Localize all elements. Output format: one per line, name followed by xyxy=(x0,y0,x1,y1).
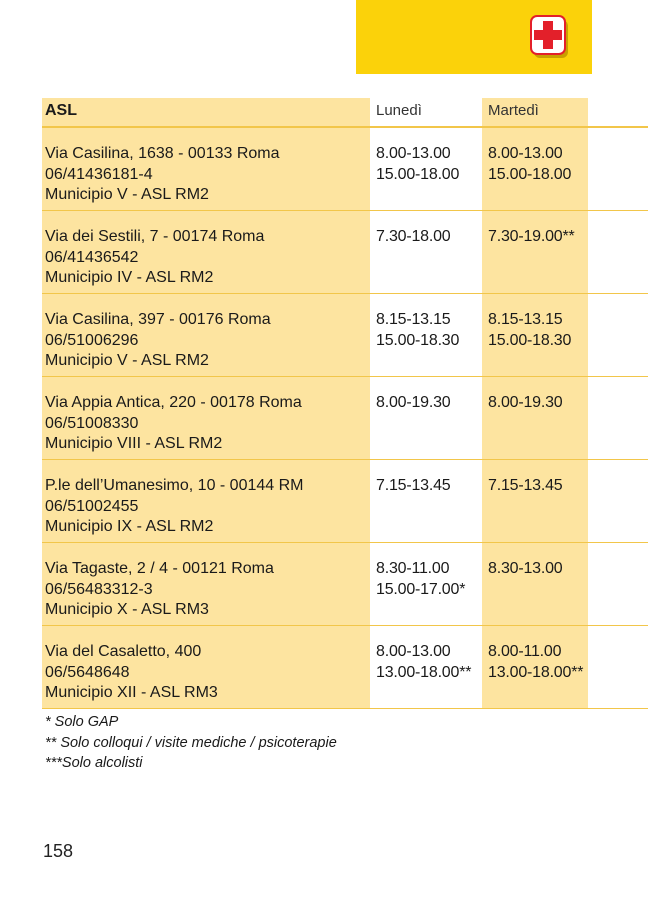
header-martedi: Martedì xyxy=(482,98,588,126)
address-line: Municipio V - ASL RM2 xyxy=(45,186,209,203)
address-line: Municipio IV - ASL RM2 xyxy=(45,269,214,286)
address-cell: P.le dell’Umanesimo, 10 - 00144 RM 06/510… xyxy=(42,460,370,542)
lunedi-cell: 8.00-19.30 xyxy=(370,377,482,459)
footnotes: * Solo GAP ** Solo colloqui / visite med… xyxy=(45,712,337,774)
address-line: Municipio VIII - ASL RM2 xyxy=(45,435,223,452)
hours-line: 13.00-18.00** xyxy=(488,663,584,681)
martedi-cell: 8.00-11.00 13.00-18.00** xyxy=(482,626,588,708)
hours-line: 8.00-11.00 xyxy=(488,643,562,660)
address-line: 06/41436542 xyxy=(45,248,139,266)
page-number: 158 xyxy=(43,841,74,861)
martedi-cell: 7.15-13.45 xyxy=(482,460,588,542)
hours-line: 8.00-13.00 xyxy=(488,145,563,162)
address-cell: Via Tagaste, 2 / 4 - 00121 Roma 06/564833… xyxy=(42,543,370,625)
address-line: Via Tagaste, 2 / 4 - 00121 Roma xyxy=(45,560,274,577)
header-spacer xyxy=(588,98,648,126)
address-line: Via dei Sestili, 7 - 00174 Roma xyxy=(45,228,265,245)
address-line: Via Casilina, 397 - 00176 Roma xyxy=(45,311,271,328)
hours-line: 8.30-13.00 xyxy=(488,560,563,577)
martedi-cell: 8.15-13.15 15.00-18.30 xyxy=(482,294,588,376)
address-line: Municipio XII - ASL RM3 xyxy=(45,684,218,701)
lunedi-cell: 8.30-11.00 15.00-17.00* xyxy=(370,543,482,625)
hours-line: 7.15-13.45 xyxy=(376,477,451,494)
address-cell: Via Appia Antica, 220 - 00178 Roma 06/510… xyxy=(42,377,370,459)
lunedi-cell: 7.15-13.45 xyxy=(370,460,482,542)
header-lunedi: Lunedì xyxy=(370,98,482,126)
address-line: Via Appia Antica, 220 - 00178 Roma xyxy=(45,394,302,411)
hours-line: 8.15-13.15 xyxy=(376,311,451,328)
martedi-cell: 7.30-19.00** xyxy=(482,211,588,293)
table-row: Via Tagaste, 2 / 4 - 00121 Roma 06/564833… xyxy=(42,543,648,626)
table-row: Via Appia Antica, 220 - 00178 Roma 06/510… xyxy=(42,377,648,460)
header-asl: ASL xyxy=(42,98,370,126)
table-row: P.le dell’Umanesimo, 10 - 00144 RM 06/510… xyxy=(42,460,648,543)
spacer-cell xyxy=(588,626,648,708)
spacer-cell xyxy=(588,543,648,625)
hours-line: 15.00-18.30 xyxy=(488,331,572,349)
asl-schedule-table: ASL Lunedì Martedì Via Casilina, 1638 - … xyxy=(42,98,648,709)
spacer-cell xyxy=(588,128,648,210)
address-cell: Via Casilina, 397 - 00176 Roma 06/5100629… xyxy=(42,294,370,376)
hours-line: 8.00-13.00 xyxy=(376,643,451,660)
first-aid-cross-icon xyxy=(530,15,568,58)
hours-line: 15.00-18.00 xyxy=(488,165,572,183)
hours-line: 8.15-13.15 xyxy=(488,311,563,328)
spacer-cell xyxy=(588,460,648,542)
table-header: ASL Lunedì Martedì xyxy=(42,98,648,128)
hours-line: 15.00-18.30 xyxy=(376,331,460,349)
hours-line: 8.30-11.00 xyxy=(376,560,450,577)
footnote: ** Solo colloqui / visite mediche / psic… xyxy=(45,734,337,751)
address-cell: Via del Casaletto, 400 06/5648648 Municipi… xyxy=(42,626,370,708)
lunedi-cell: 8.00-13.00 15.00-18.00 xyxy=(370,128,482,210)
address-line: 06/51006296 xyxy=(45,331,139,349)
hours-line: 7.30-18.00 xyxy=(376,228,451,245)
address-line: Via del Casaletto, 400 xyxy=(45,643,202,660)
address-line: Municipio X - ASL RM3 xyxy=(45,601,209,618)
hours-line: 7.15-13.45 xyxy=(488,477,563,494)
hours-line: 8.00-19.30 xyxy=(488,394,563,411)
hours-line: 8.00-13.00 xyxy=(376,145,451,162)
lunedi-cell: 8.15-13.15 15.00-18.30 xyxy=(370,294,482,376)
martedi-cell: 8.00-13.00 15.00-18.00 xyxy=(482,128,588,210)
hours-line: 7.30-19.00** xyxy=(488,228,575,245)
address-line: Via Casilina, 1638 - 00133 Roma xyxy=(45,145,280,162)
lunedi-cell: 8.00-13.00 13.00-18.00** xyxy=(370,626,482,708)
table-row: Via dei Sestili, 7 - 00174 Roma 06/414365… xyxy=(42,211,648,294)
spacer-cell xyxy=(588,294,648,376)
hours-line: 8.00-19.30 xyxy=(376,394,451,411)
address-cell: Via dei Sestili, 7 - 00174 Roma 06/414365… xyxy=(42,211,370,293)
table-row: Via Casilina, 1638 - 00133 Roma 06/414361… xyxy=(42,128,648,211)
address-line: 06/51002455 xyxy=(45,497,139,515)
address-line: 06/56483312-3 xyxy=(45,580,153,598)
hours-line: 15.00-18.00 xyxy=(376,165,460,183)
hours-line: 13.00-18.00** xyxy=(376,663,472,681)
spacer-cell xyxy=(588,211,648,293)
address-line: Municipio IX - ASL RM2 xyxy=(45,518,214,535)
address-line: 06/5648648 xyxy=(45,663,130,681)
hours-line: 15.00-17.00* xyxy=(376,580,466,598)
spacer-cell xyxy=(588,377,648,459)
table-row: Via Casilina, 397 - 00176 Roma 06/5100629… xyxy=(42,294,648,377)
table-row: Via del Casaletto, 400 06/5648648 Municipi… xyxy=(42,626,648,709)
martedi-cell: 8.30-13.00 xyxy=(482,543,588,625)
lunedi-cell: 7.30-18.00 xyxy=(370,211,482,293)
address-line: 06/41436181-4 xyxy=(45,165,153,183)
footnote: * Solo GAP xyxy=(45,714,119,730)
martedi-cell: 8.00-19.30 xyxy=(482,377,588,459)
address-line: P.le dell’Umanesimo, 10 - 00144 RM xyxy=(45,477,304,494)
footnote: ***Solo alcolisti xyxy=(45,755,143,771)
address-line: 06/51008330 xyxy=(45,414,139,432)
address-line: Municipio V - ASL RM2 xyxy=(45,352,209,369)
address-cell: Via Casilina, 1638 - 00133 Roma 06/414361… xyxy=(42,128,370,210)
